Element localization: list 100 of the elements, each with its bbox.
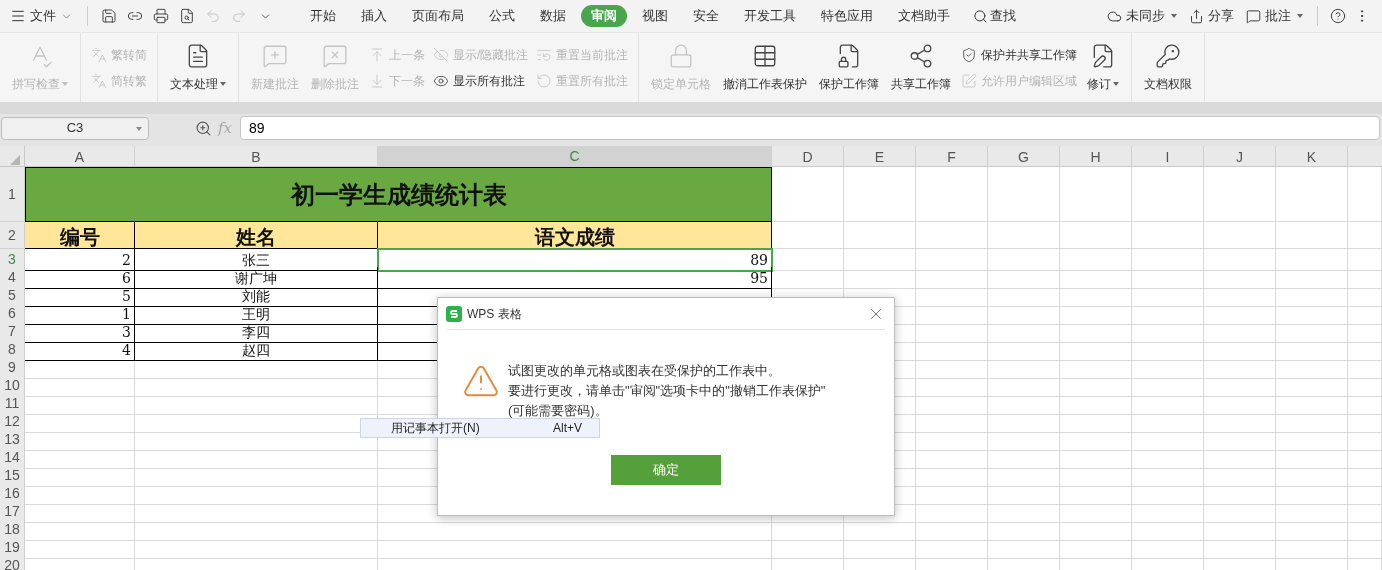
dialog-message: 要进行更改，请单击"审阅"选项卡中的"撤销工作表保护"(可能需要密码)。 xyxy=(508,382,826,420)
edit-icon xyxy=(961,72,978,89)
toolbar-button[interactable]: 未同步 xyxy=(1101,4,1183,28)
table-cell: 5 xyxy=(25,285,135,307)
empty-cell xyxy=(1276,167,1348,222)
caret-icon xyxy=(136,126,142,131)
column-header[interactable]: H xyxy=(1060,146,1132,169)
table-cell: 张三 xyxy=(135,249,378,271)
empty-cell xyxy=(1060,167,1132,222)
table-cell: 1 xyxy=(25,303,135,325)
empty-cell xyxy=(1348,167,1382,222)
ribbon-tab[interactable]: 开始 xyxy=(300,5,346,27)
column-header[interactable]: F xyxy=(916,146,988,169)
ribbon-tab[interactable]: 开发工具 xyxy=(734,5,806,27)
empty-cell xyxy=(988,249,1060,271)
ribbon-button[interactable]: 修订 xyxy=(1081,33,1126,102)
down-arrow-icon xyxy=(369,72,385,89)
table-cell: 刘能 xyxy=(135,285,378,307)
eye-off-icon xyxy=(433,46,449,63)
formula-input[interactable]: 89 xyxy=(240,116,1380,140)
column-header[interactable]: I xyxy=(1132,146,1204,169)
dialog-message: 试图更改的单元格或图表在受保护的工作表中。 xyxy=(508,362,782,380)
table-cell: 赵四 xyxy=(135,339,378,361)
table-cell: 6 xyxy=(25,267,135,289)
ribbon-tab[interactable]: 页面布局 xyxy=(402,5,474,27)
header-cell: 语文成绩 xyxy=(378,222,772,249)
cloud-icon xyxy=(1107,8,1122,24)
empty-cell xyxy=(1060,222,1132,249)
comment-icon xyxy=(1246,8,1261,24)
table-cell: 李四 xyxy=(135,321,378,343)
file-menu[interactable]: 文件 xyxy=(4,3,79,29)
share-icon xyxy=(1189,8,1204,24)
column-header[interactable]: E xyxy=(844,146,916,169)
dialog-title: WPS 表格 xyxy=(467,305,522,323)
help-icon xyxy=(1330,8,1346,24)
search-button[interactable]: 查找 xyxy=(965,5,1024,27)
shield-icon xyxy=(961,46,978,63)
ribbon-tab[interactable]: 视图 xyxy=(632,5,678,27)
ribbon-tab[interactable]: 文档助手 xyxy=(888,5,960,27)
ribbon-button[interactable]: 文档权限 xyxy=(1138,33,1199,102)
row-header[interactable]: 1 xyxy=(0,167,25,222)
table-cell: 王明 xyxy=(135,303,378,325)
empty-cell xyxy=(1204,249,1276,271)
empty-cell xyxy=(772,249,844,271)
app-logo-icon xyxy=(446,305,462,322)
empty-cell xyxy=(1132,167,1204,222)
row-header[interactable]: 20 xyxy=(0,555,25,570)
empty-cell xyxy=(988,222,1060,249)
name-box[interactable]: C3 xyxy=(1,116,149,140)
ribbon-button[interactable]: 撤消工作表保护 xyxy=(717,33,814,102)
title-cell: 初一学生成绩统计表 xyxy=(25,167,772,222)
empty-cell xyxy=(1204,167,1276,222)
empty-cell xyxy=(1348,222,1382,249)
table-cell: 4 xyxy=(25,339,135,361)
ribbon-button[interactable]: 保护并共享工作簿 xyxy=(961,45,1078,64)
up-arrow-icon xyxy=(369,46,385,63)
zoom-icon[interactable] xyxy=(195,119,212,137)
header-cell: 姓名 xyxy=(135,222,378,249)
menu-icon xyxy=(10,8,26,24)
row-header[interactable]: 2 xyxy=(0,222,25,249)
fx-label: fx xyxy=(218,117,232,139)
ribbon-button[interactable]: 文本处理 xyxy=(164,33,232,102)
empty-cell xyxy=(1204,222,1276,249)
context-menu-item[interactable]: 用记事本打开(N) Alt+V xyxy=(360,418,600,438)
empty-cell xyxy=(916,222,988,249)
empty-cell xyxy=(916,249,988,271)
reset-icon xyxy=(536,72,553,89)
convert-icon xyxy=(91,46,107,63)
ribbon-tab[interactable]: 公式 xyxy=(479,5,525,27)
table-cell: 3 xyxy=(25,321,135,343)
toolbar-button[interactable]: 分享 xyxy=(1183,4,1240,28)
toolbar-button[interactable]: 批注 xyxy=(1240,4,1309,28)
empty-cell xyxy=(844,222,916,249)
table-cell: 89 xyxy=(378,249,772,271)
empty-cell xyxy=(1132,249,1204,271)
header-cell: 编号 xyxy=(25,222,135,249)
ribbon-button[interactable]: 显示所有批注 xyxy=(433,71,529,90)
column-header[interactable]: J xyxy=(1204,146,1276,169)
empty-cell xyxy=(844,167,916,222)
ribbon-tab[interactable]: 插入 xyxy=(351,5,397,27)
search-icon xyxy=(973,8,988,24)
ribbon-tab[interactable]: 安全 xyxy=(683,5,729,27)
convert-icon xyxy=(91,72,107,89)
table-cell: 2 xyxy=(25,249,135,271)
empty-cell xyxy=(844,249,916,271)
empty-cell xyxy=(1132,222,1204,249)
empty-cell xyxy=(916,167,988,222)
ok-button[interactable]: 确定 xyxy=(611,455,721,485)
empty-cell xyxy=(1276,222,1348,249)
empty-cell xyxy=(1276,249,1348,271)
key-icon xyxy=(1155,42,1182,69)
empty-cell xyxy=(988,167,1060,222)
table-cell: 95 xyxy=(378,267,772,289)
empty-cell xyxy=(1348,249,1382,271)
ribbon-tab[interactable]: 特色应用 xyxy=(811,5,883,27)
column-header[interactable]: G xyxy=(988,146,1060,169)
column-header[interactable]: K xyxy=(1276,146,1348,169)
ribbon-button[interactable]: 共享工作簿 xyxy=(885,33,958,102)
ribbon-tab[interactable]: 数据 xyxy=(530,5,576,27)
ribbon-button[interactable]: 保护工作簿 xyxy=(813,33,886,102)
